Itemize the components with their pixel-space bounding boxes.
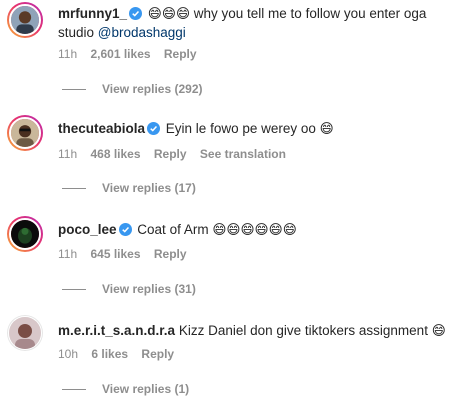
username[interactable]: thecuteabiola	[58, 121, 145, 136]
view-replies-label: View replies (31)	[102, 282, 196, 296]
username[interactable]: poco_lee	[58, 222, 117, 237]
comment-body: thecuteabiola Eyin le fowo pe werey oo 😄	[58, 119, 446, 138]
timestamp: 11h	[58, 247, 78, 261]
timestamp: 11h	[58, 147, 78, 161]
view-replies-label: View replies (292)	[102, 82, 203, 96]
verified-badge-icon	[129, 7, 143, 20]
comment-body: m.e.r.i.t_s.a.n.d.r.a Kizz Daniel don gi…	[58, 321, 446, 340]
view-replies-button[interactable]: View replies (31)	[62, 282, 196, 296]
username[interactable]: mrfunny1_	[58, 6, 127, 21]
likes-count[interactable]: 6 likes	[91, 347, 128, 361]
see-translation-button[interactable]: See translation	[200, 147, 286, 161]
comment-meta: 10h 6 likes Reply	[58, 347, 174, 361]
comment-text: 😄😄😄 why you tell me to follow you enter …	[147, 6, 427, 21]
comment-meta: 11h 468 likes Reply See translation	[58, 147, 286, 161]
view-replies-label: View replies (17)	[102, 181, 196, 195]
comment-text: Eyin le fowo pe werey oo 😄	[165, 121, 334, 136]
view-replies-button[interactable]: View replies (1)	[62, 382, 189, 396]
avatar[interactable]	[7, 216, 43, 252]
comment-body: mrfunny1_ 😄😄😄 why you tell me to follow …	[58, 4, 446, 42]
comment-meta: 11h 2,601 likes Reply	[58, 47, 197, 61]
comment-text: Kizz Daniel don give tiktokers assignmen…	[178, 323, 446, 338]
reply-button[interactable]: Reply	[154, 247, 187, 261]
avatar-image	[11, 220, 39, 248]
avatar-image	[11, 119, 39, 147]
avatar[interactable]	[7, 115, 43, 151]
verified-badge-icon	[118, 223, 132, 236]
reply-button[interactable]: Reply	[141, 347, 174, 361]
view-replies-button[interactable]: View replies (17)	[62, 181, 196, 195]
timestamp: 10h	[58, 347, 79, 361]
replies-divider	[62, 88, 86, 90]
likes-count[interactable]: 468 likes	[90, 147, 140, 161]
view-replies-label: View replies (1)	[102, 382, 190, 396]
replies-divider	[62, 388, 86, 390]
view-replies-button[interactable]: View replies (292)	[62, 82, 203, 96]
avatar-image	[11, 6, 39, 34]
verified-badge-icon	[147, 122, 161, 135]
replies-divider	[62, 288, 86, 290]
comment-text: Coat of Arm 😄😄😄😄😄😄	[137, 222, 297, 237]
likes-count[interactable]: 2,601 likes	[90, 47, 150, 61]
likes-count[interactable]: 645 likes	[90, 247, 140, 261]
comment-text-continued: studio	[58, 25, 98, 40]
reply-button[interactable]: Reply	[164, 47, 197, 61]
comment-meta: 11h 645 likes Reply	[58, 247, 187, 261]
avatar-image	[9, 317, 41, 349]
timestamp: 11h	[58, 47, 78, 61]
username[interactable]: m.e.r.i.t_s.a.n.d.r.a	[58, 323, 175, 338]
reply-button[interactable]: Reply	[154, 147, 187, 161]
mention-link[interactable]: @brodashaggi	[98, 25, 186, 40]
avatar[interactable]	[7, 2, 43, 38]
replies-divider	[62, 187, 86, 189]
comment-body: poco_lee Coat of Arm 😄😄😄😄😄😄	[58, 220, 446, 239]
avatar[interactable]	[7, 315, 43, 351]
